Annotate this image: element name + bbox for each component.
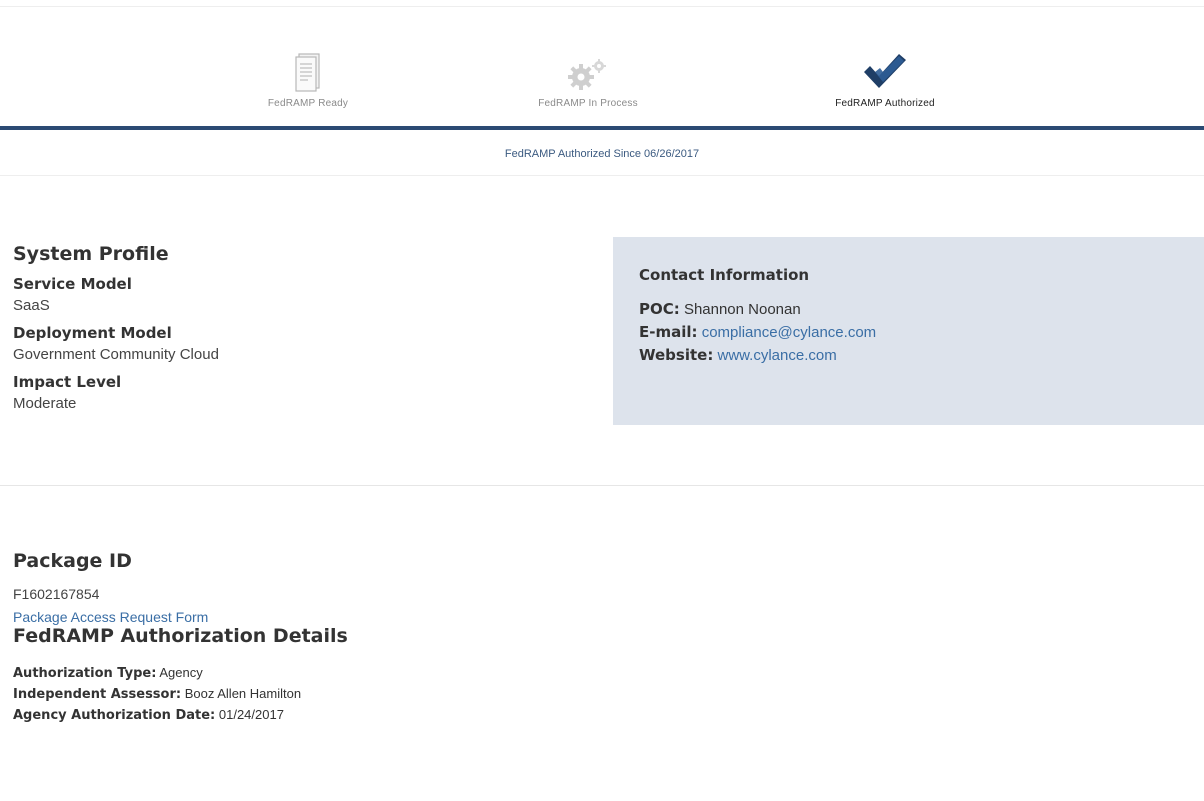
package-section: Package ID F1602167854 Package Access Re… — [13, 550, 713, 726]
email-row: E-mail: compliance@cylance.com — [639, 321, 876, 344]
step-label: FedRAMP Ready — [267, 98, 349, 109]
service-model-label: Service Model — [13, 275, 132, 293]
top-divider — [0, 6, 1204, 7]
authorization-type-row: Authorization Type: Agency — [13, 663, 713, 684]
website-link[interactable]: www.cylance.com — [718, 347, 837, 364]
email-link[interactable]: compliance@cylance.com — [702, 324, 876, 341]
deployment-model-value: Government Community Cloud — [13, 346, 219, 363]
system-profile-section: System Profile Service Model SaaS Deploy… — [13, 243, 573, 412]
impact-level-label: Impact Level — [13, 373, 122, 391]
checkmark-icon — [785, 30, 985, 92]
poc-value: Shannon Noonan — [683, 301, 801, 318]
independent-assessor-row: Independent Assessor: Booz Allen Hamilto… — [13, 684, 713, 705]
authorized-since-text: FedRAMP Authorized Since 06/26/2017 — [504, 148, 700, 160]
package-id-title: Package ID — [13, 550, 132, 572]
impact-level-value: Moderate — [13, 395, 77, 412]
independent-assessor-label: Independent Assessor: — [13, 687, 182, 702]
contact-information-panel: Contact Information POC: Shannon Noonan … — [613, 237, 1204, 425]
service-model-value: SaaS — [13, 297, 50, 314]
authorization-date-label: Agency Authorization Date: — [13, 708, 216, 723]
document-icon — [208, 30, 408, 92]
poc-label: POC: — [639, 300, 680, 318]
step-fedramp-authorized[interactable]: FedRAMP Authorized — [785, 30, 985, 109]
status-steps: FedRAMP Ready FedRAMP In Process FedRAMP… — [0, 30, 1204, 120]
authorization-date-value: 01/24/2017 — [218, 707, 284, 722]
independent-assessor-value: Booz Allen Hamilton — [184, 686, 302, 701]
gears-icon — [488, 30, 688, 92]
step-label: FedRAMP Authorized — [835, 98, 935, 109]
deployment-model-label: Deployment Model — [13, 324, 172, 342]
authorization-details-title: FedRAMP Authorization Details — [13, 625, 348, 647]
website-label: Website: — [639, 346, 714, 364]
authorization-type-label: Authorization Type: — [13, 666, 157, 681]
package-access-request-link[interactable]: Package Access Request Form — [13, 609, 713, 625]
authorization-type-value: Agency — [159, 665, 203, 680]
website-row: Website: www.cylance.com — [639, 344, 876, 367]
section-divider — [0, 485, 1204, 486]
step-fedramp-ready[interactable]: FedRAMP Ready — [208, 30, 408, 109]
authorization-details: Authorization Type: Agency Independent A… — [13, 663, 713, 726]
step-fedramp-in-process[interactable]: FedRAMP In Process — [488, 30, 688, 109]
email-label: E-mail: — [639, 323, 698, 341]
status-divider — [0, 175, 1204, 176]
contact-information-title: Contact Information — [639, 266, 810, 284]
package-id-value: F1602167854 — [13, 586, 100, 602]
system-profile-title: System Profile — [13, 243, 169, 265]
step-label: FedRAMP In Process — [538, 98, 638, 109]
poc-row: POC: Shannon Noonan — [639, 298, 876, 321]
status-progress-bar — [0, 126, 1204, 130]
authorization-date-row: Agency Authorization Date: 01/24/2017 — [13, 705, 713, 726]
